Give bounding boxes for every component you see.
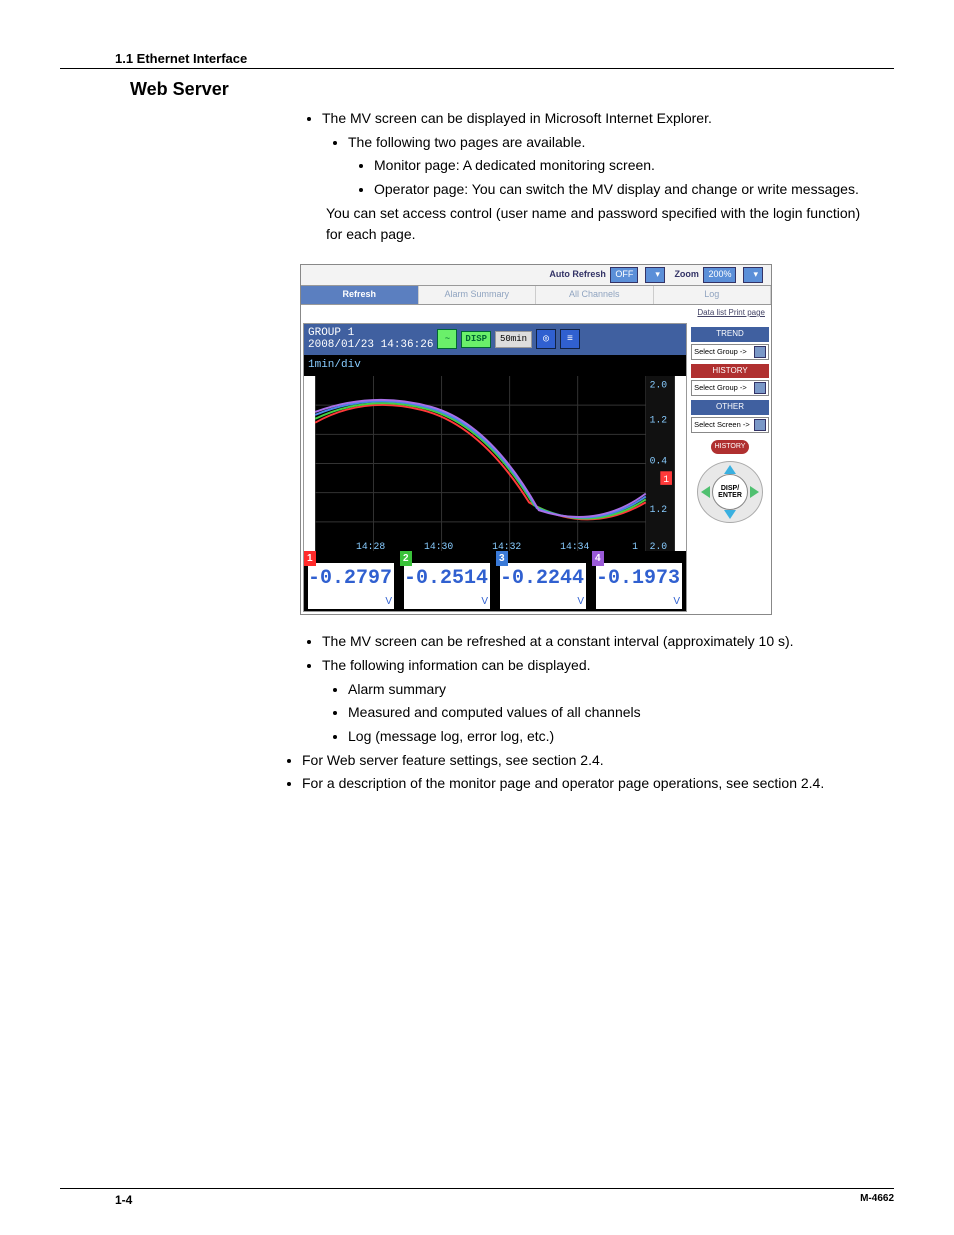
dropdown-icon[interactable] [754,382,766,394]
bullet: For Web server feature settings, see sec… [302,750,874,772]
bullet: Measured and computed values of all chan… [348,702,874,724]
readout-row: 1 -0.2797 V 2 -0.2514 V 3 -0 [304,551,686,612]
bullet: Monitor page: A dedicated monitoring scr… [374,155,874,177]
nav-pad[interactable]: DISP/ ENTER [697,461,763,523]
message-icon[interactable]: ≡ [560,329,580,349]
auto-refresh-value[interactable]: OFF [610,267,638,283]
svg-text:1: 1 [632,541,638,551]
dropdown-icon[interactable] [754,419,766,431]
bullet: The following two pages are available. [348,132,874,154]
svg-text:14:30: 14:30 [424,541,453,551]
web-screenshot: Auto Refresh OFF ▾ Zoom 200% ▾ Refresh A… [300,264,772,615]
page-heading: Web Server [130,79,894,100]
svg-text:14:34: 14:34 [560,541,589,551]
disp-button[interactable]: DISP [461,331,491,349]
trend-chart: 2.0 1.2 0.4 1.2 2.0 1 14:28 14 [304,376,686,551]
readout-cell: 2 -0.2514 V [400,551,496,612]
arrow-left-icon[interactable] [701,486,710,498]
side-history-label: HISTORY [691,364,769,378]
sublinks[interactable]: Data list Print page [301,305,771,321]
dropdown-icon[interactable]: ▾ [743,267,763,283]
side-other-label: OTHER [691,400,769,414]
readout-cell: 3 -0.2244 V [496,551,592,612]
content-block: The MV screen can be displayed in Micros… [300,108,874,748]
bullet: The MV screen can be refreshed at a cons… [322,631,874,653]
group-label: GROUP 1 [308,327,433,339]
dropdown-icon[interactable] [754,346,766,358]
disp-enter-button[interactable]: DISP/ ENTER [712,474,748,510]
page-number: 1-4 [60,1193,132,1207]
svg-text:2.0: 2.0 [650,379,668,390]
svg-text:0.4: 0.4 [650,455,668,466]
svg-text:14:28: 14:28 [356,541,385,551]
zoom-value[interactable]: 200% [703,267,736,283]
note-text: You can set access control (user name an… [326,203,874,246]
tab-refresh[interactable]: Refresh [301,286,419,304]
timestamp: 2008/01/23 14:36:26 [308,339,433,351]
bullet: Alarm summary [348,679,874,701]
select-group-dropdown[interactable]: Select Group -> [691,344,769,360]
svg-text:1.2: 1.2 [650,414,668,425]
svg-text:1: 1 [663,474,669,485]
tab-all-channels[interactable]: All Channels [536,286,654,304]
section-header: 1.1 Ethernet Interface [60,51,247,66]
arrow-right-icon[interactable] [750,486,759,498]
dropdown-icon[interactable]: ▾ [645,267,665,283]
select-group-dropdown[interactable]: Select Group -> [691,380,769,396]
bullet: Log (message log, error log, etc.) [348,726,874,748]
camera-icon[interactable]: ◎ [536,329,556,349]
readout-cell: 4 -0.1973 V [592,551,686,612]
arrow-down-icon[interactable] [724,510,736,519]
bullet: The MV screen can be displayed in Micros… [322,108,874,130]
readout-cell: 1 -0.2797 V [304,551,400,612]
tab-alarm-summary[interactable]: Alarm Summary [419,286,537,304]
side-trend-label: TREND [691,327,769,341]
rate-label: 1min/div [304,355,686,376]
auto-refresh-label: Auto Refresh [549,269,606,279]
svg-text:1.2: 1.2 [650,504,668,515]
bullet: Operator page: You can switch the MV dis… [374,179,874,201]
svg-text:14:32: 14:32 [492,541,521,551]
doc-id: M-4662 [860,1193,894,1207]
svg-text:2.0: 2.0 [650,541,668,551]
span-selector[interactable]: 50min [495,331,532,349]
tab-log[interactable]: Log [654,286,772,304]
history-button[interactable]: HISTORY [711,440,750,455]
select-screen-dropdown[interactable]: Select Screen -> [691,417,769,433]
zoom-label: Zoom [674,269,699,279]
bullet: For a description of the monitor page an… [302,773,874,795]
wave-icon[interactable]: ~ [437,329,457,349]
arrow-up-icon[interactable] [724,465,736,474]
bullet: The following information can be display… [322,655,874,677]
